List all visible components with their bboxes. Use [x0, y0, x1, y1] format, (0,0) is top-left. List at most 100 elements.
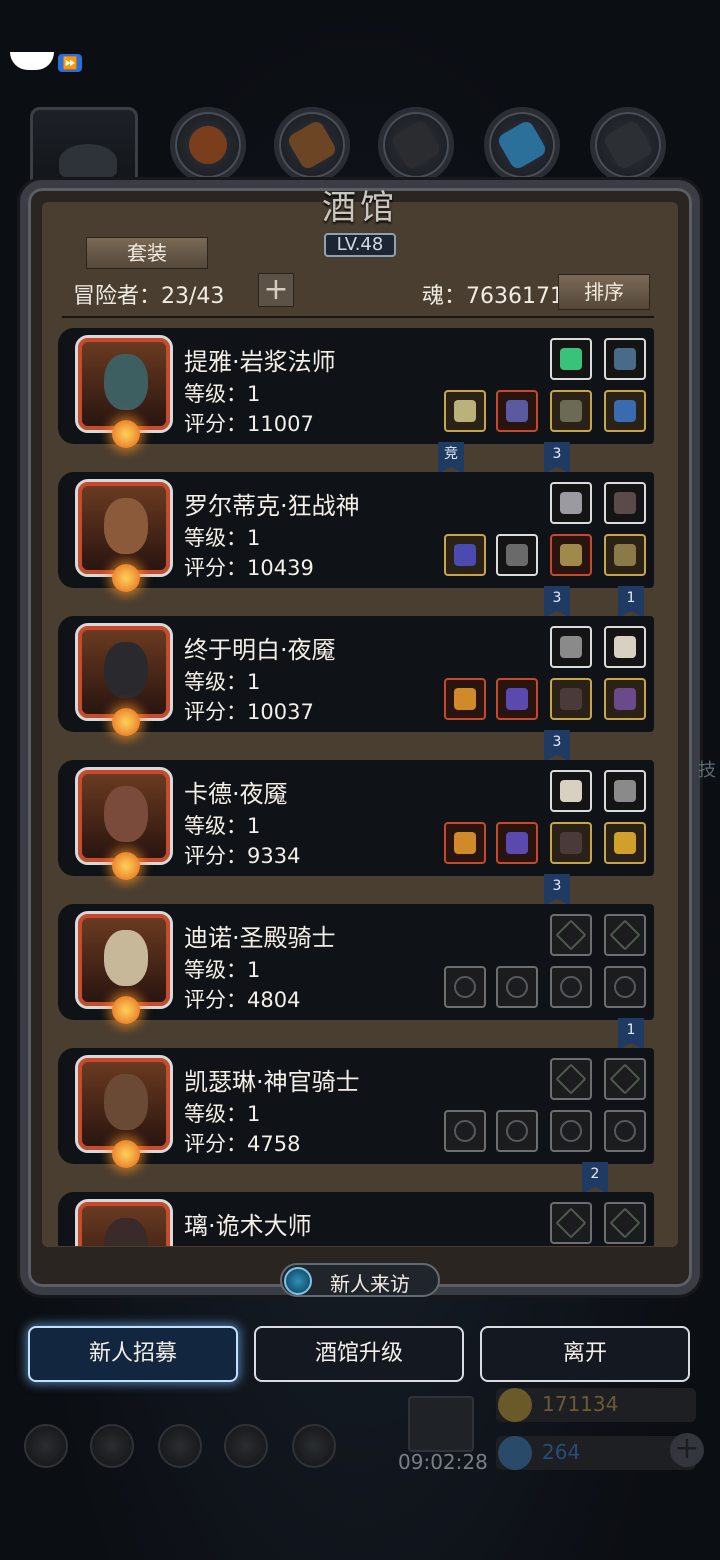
tab-round-1[interactable]: [170, 107, 246, 183]
upgrade-tavern-button[interactable]: 酒馆升级: [254, 1326, 464, 1382]
armor-slot[interactable]: [496, 822, 538, 864]
robe-slot[interactable]: [550, 822, 592, 864]
ring-slot[interactable]: [604, 822, 646, 864]
blade-slot[interactable]: [604, 770, 646, 812]
empty-slot[interactable]: [604, 1110, 646, 1152]
blade-slot[interactable]: [550, 626, 592, 668]
gold-value: 171134: [542, 1392, 619, 1416]
armor-slot[interactable]: [496, 390, 538, 432]
empty-slot[interactable]: [550, 914, 592, 956]
claw-slot[interactable]: [604, 626, 646, 668]
hero-row[interactable]: 提雅·岩浆法师 等级：1 评分：11007: [56, 326, 656, 448]
hero-card[interactable]: 提雅·岩浆法师 等级：1 评分：11007: [58, 328, 654, 448]
achievement-icon[interactable]: [90, 1424, 134, 1468]
hero-level: 等级：1: [184, 1102, 261, 1126]
rank-medal-icon: [112, 996, 140, 1024]
hero-level: 等级：1: [184, 958, 261, 982]
empty-slot[interactable]: [444, 966, 486, 1008]
set-button[interactable]: 套装: [86, 237, 208, 269]
gem-slot[interactable]: [550, 338, 592, 380]
shop-icon[interactable]: [292, 1424, 336, 1468]
gem-value: 264: [542, 1440, 581, 1464]
leave-button[interactable]: 离开: [480, 1326, 690, 1382]
tab-round-4[interactable]: [484, 107, 560, 183]
cloak-slot[interactable]: [550, 390, 592, 432]
hero-card[interactable]: 凯瑟琳·神官骑士 等级：1 评分：4758: [58, 1048, 654, 1168]
hero-level: 等级：1: [184, 814, 261, 838]
hero-level: 等级：1: [184, 382, 261, 406]
side-edge-text: 技: [698, 760, 716, 781]
plus-icon: +: [674, 1431, 700, 1466]
hero-score: 评分：4758: [184, 1132, 301, 1156]
gift-box-icon[interactable]: [408, 1396, 474, 1452]
add-slot-button[interactable]: +: [258, 273, 294, 307]
empty-slot[interactable]: [604, 1202, 646, 1244]
empty-slot[interactable]: [604, 1058, 646, 1100]
hero-row[interactable]: 凯瑟琳·神官骑士 等级：1 评分：4758: [56, 1046, 656, 1168]
dagger-slot[interactable]: [444, 822, 486, 864]
hero-card[interactable]: 迪诺·圣殿骑士 等级：1 评分：4804: [58, 904, 654, 1024]
hero-row[interactable]: 璃·诡术大师 等级: [56, 1190, 656, 1246]
bracer-slot[interactable]: [604, 534, 646, 576]
empty-slot[interactable]: [496, 966, 538, 1008]
empty-slot[interactable]: [550, 966, 592, 1008]
armor-slot[interactable]: [496, 534, 538, 576]
hero-level: 等级: [184, 1242, 226, 1246]
weapon-slot[interactable]: [444, 534, 486, 576]
weapon-slot[interactable]: [604, 390, 646, 432]
hero-portrait[interactable]: [75, 767, 173, 880]
empty-slot[interactable]: [496, 1110, 538, 1152]
hero-card[interactable]: 罗尔蒂克·狂战神 等级：1 评分：10439: [58, 472, 654, 592]
tab-round-5[interactable]: [590, 107, 666, 183]
amulet-slot[interactable]: [550, 482, 592, 524]
rank-medal-icon: [112, 852, 140, 880]
empty-slot[interactable]: [604, 914, 646, 956]
claw-slot[interactable]: [550, 770, 592, 812]
armor-slot[interactable]: [496, 678, 538, 720]
empty-slot[interactable]: [604, 966, 646, 1008]
plus-icon: +: [263, 272, 289, 307]
hero-portrait[interactable]: [75, 1055, 173, 1168]
empty-slot[interactable]: [550, 1058, 592, 1100]
hero-portrait[interactable]: [75, 479, 173, 592]
hero-row[interactable]: 卡德·夜魇 等级：1 评分：9334: [56, 758, 656, 880]
hero-score: 评分：10439: [184, 556, 314, 580]
mail-icon[interactable]: [224, 1424, 268, 1468]
hero-level: 等级：1: [184, 670, 261, 694]
shield-slot[interactable]: [550, 534, 592, 576]
hero-portrait[interactable]: [75, 623, 173, 736]
robe-slot[interactable]: [550, 678, 592, 720]
hero-name: 璃·诡术大师: [184, 1212, 312, 1240]
hero-level: 等级：1: [184, 526, 261, 550]
gift-timer: 09:02:28: [398, 1450, 488, 1474]
empty-slot[interactable]: [550, 1202, 592, 1244]
page-title: 酒馆: [322, 188, 398, 228]
hero-list[interactable]: 提雅·岩浆法师 等级：1 评分：11007 竞 3 罗尔蒂克·狂战神 等级：1 …: [56, 326, 656, 1246]
hero-portrait[interactable]: [75, 911, 173, 1024]
tab-round-2[interactable]: [274, 107, 350, 183]
recruit-button[interactable]: 新人招募: [28, 1326, 238, 1382]
hero-portrait[interactable]: [75, 1199, 173, 1246]
empty-slot[interactable]: [550, 1110, 592, 1152]
settings-gear-icon[interactable]: [24, 1424, 68, 1468]
ring-slot[interactable]: [604, 678, 646, 720]
hero-row[interactable]: 迪诺·圣殿骑士 等级：1 评分：4804: [56, 902, 656, 1024]
hero-card[interactable]: 卡德·夜魇 等级：1 评分：9334: [58, 760, 654, 880]
gold-counter: 171134: [496, 1388, 696, 1422]
sort-button[interactable]: 排序: [558, 274, 650, 310]
guild-icon[interactable]: [158, 1424, 202, 1468]
hero-row[interactable]: 罗尔蒂克·狂战神 等级：1 评分：10439: [56, 470, 656, 592]
empty-slot[interactable]: [444, 1110, 486, 1152]
hero-card[interactable]: 璃·诡术大师 等级: [58, 1192, 654, 1246]
hero-name: 终于明白·夜魇: [184, 636, 336, 664]
hero-name: 卡德·夜魇: [184, 780, 288, 808]
tab-round-3[interactable]: [378, 107, 454, 183]
dagger-slot[interactable]: [444, 678, 486, 720]
add-currency-button[interactable]: +: [670, 1433, 704, 1467]
hero-portrait[interactable]: [75, 335, 173, 448]
necklace-slot[interactable]: [604, 338, 646, 380]
hero-card[interactable]: 终于明白·夜魇 等级：1 评分：10037: [58, 616, 654, 736]
feather-slot[interactable]: [604, 482, 646, 524]
staff-slot[interactable]: [444, 390, 486, 432]
hero-row[interactable]: 终于明白·夜魇 等级：1 评分：10037: [56, 614, 656, 736]
